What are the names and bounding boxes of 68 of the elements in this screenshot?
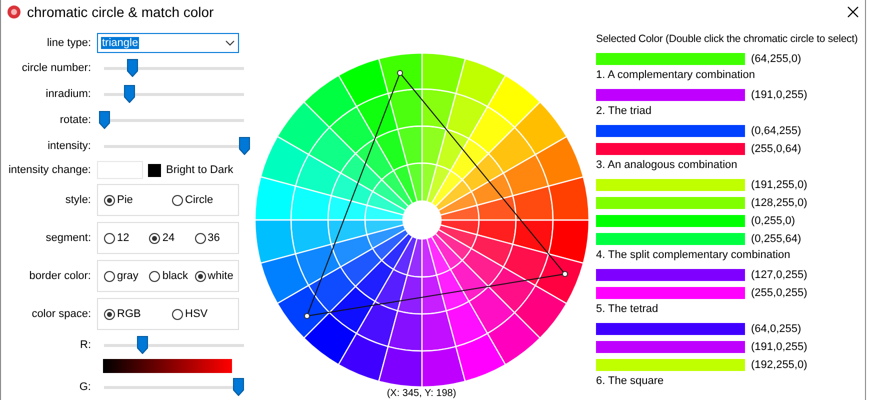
line-type-dropdown[interactable]: triangle — [97, 33, 239, 53]
section-heading: 3. An analogous combination — [596, 158, 738, 173]
rgb-value: (64,0,255) — [751, 323, 802, 335]
radio-label[interactable]: white — [208, 270, 234, 282]
radio-label[interactable]: 12 — [117, 232, 130, 244]
rgb-value: (0,255,0) — [751, 215, 796, 227]
radio-button[interactable] — [194, 270, 206, 282]
radio-label[interactable]: Pie — [117, 194, 133, 206]
slider-thumb[interactable] — [136, 336, 148, 354]
section-heading: 1. A complementary combination — [596, 68, 756, 83]
slider-thumb[interactable] — [239, 136, 250, 154]
section-heading: Selected Color (Double click the chromatic circle to select) — [596, 32, 859, 47]
radio-label[interactable]: HSV — [185, 308, 208, 320]
radio-button[interactable] — [149, 270, 160, 282]
field-label: intensity change: — [7, 164, 92, 176]
field-label: G: — [78, 381, 92, 393]
field-label: color space: — [30, 308, 92, 320]
section-heading: 5. The tetrad — [596, 302, 660, 317]
slider-thumb[interactable] — [99, 110, 110, 128]
field-label: line type: — [46, 37, 92, 49]
rgb-value: (255,0,255) — [751, 287, 808, 299]
rgb-value: (127,0,255) — [751, 269, 808, 281]
radio-label[interactable]: gray — [117, 270, 138, 282]
section-heading: 2. The triad — [596, 104, 652, 119]
radio-label[interactable]: RGB — [117, 308, 141, 320]
rgb-value: (64,255,0) — [751, 53, 802, 65]
field-label: circle number: — [20, 62, 92, 74]
app-icon — [7, 5, 21, 19]
close-icon[interactable] — [847, 6, 859, 18]
radio-button[interactable] — [194, 232, 206, 244]
rgb-value: (192,255,0) — [751, 359, 808, 371]
radio-button[interactable] — [149, 232, 160, 244]
rgb-value: (191,0,255) — [751, 341, 808, 353]
radio-button[interactable] — [104, 308, 115, 320]
radio-label[interactable]: Circle — [185, 194, 214, 206]
rgb-value: (255,0,64) — [751, 143, 802, 155]
toggle-label: Bright to Dark — [166, 164, 234, 176]
field-label: R: — [79, 339, 92, 351]
field-label: rotate: — [58, 114, 92, 126]
field-label: border color: — [28, 270, 92, 282]
rgb-value: (191,0,255) — [751, 89, 808, 101]
input-field[interactable] — [97, 161, 143, 179]
radio-button[interactable] — [172, 308, 183, 320]
section-heading: 6. The square — [596, 374, 665, 389]
field-label: style: — [64, 194, 92, 206]
radio-label[interactable]: 24 — [162, 232, 175, 244]
field-label: segment: — [44, 232, 92, 244]
chevron-icon — [225, 40, 235, 46]
rgb-value: (191,255,0) — [751, 179, 808, 191]
radio-label[interactable]: 36 — [208, 232, 220, 244]
slider-thumb[interactable] — [233, 378, 244, 396]
radio-label[interactable]: black — [162, 270, 188, 282]
rgb-value: (0,64,255) — [751, 125, 802, 137]
field-label: intensity: — [46, 140, 92, 152]
rgb-value: (128,255,0) — [751, 197, 808, 209]
slider-thumb[interactable] — [127, 58, 138, 76]
radio-button[interactable] — [104, 270, 115, 282]
radio-button[interactable] — [104, 232, 115, 244]
color-swatch[interactable] — [148, 164, 161, 176]
color-wheel-drawing[interactable] — [254, 52, 590, 388]
radio-button[interactable] — [104, 194, 115, 206]
coordinates-text: (X: 345, Y: 198) — [386, 388, 456, 399]
rgb-value: (0,255,64) — [751, 233, 802, 245]
field-label: inradium: — [44, 88, 92, 100]
slider-thumb[interactable] — [124, 84, 136, 102]
radio-button[interactable] — [172, 194, 183, 206]
section-heading: 4. The split complementary combination — [596, 248, 792, 263]
window-title: chromatic circle & match color — [27, 4, 215, 20]
